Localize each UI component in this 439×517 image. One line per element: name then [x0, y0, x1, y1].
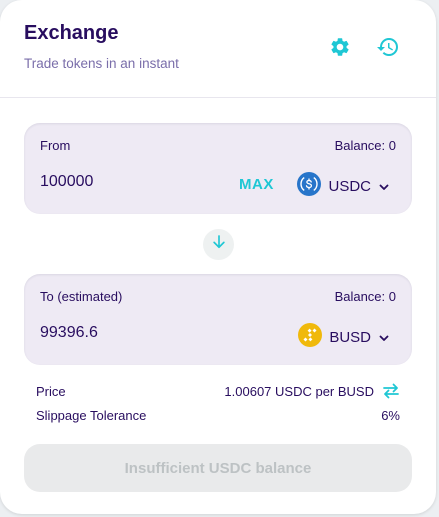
to-balance: Balance: 0 [334, 289, 396, 304]
page-title: Exchange [24, 22, 119, 44]
settings-button[interactable] [325, 34, 355, 64]
from-token-symbol: USDC [328, 178, 371, 195]
history-icon [376, 35, 400, 64]
to-token-symbol: BUSD [329, 329, 371, 346]
price-label: Price [36, 383, 66, 399]
busd-token-icon [298, 323, 323, 352]
from-label: From [40, 138, 71, 153]
to-token-select[interactable]: BUSD [298, 323, 390, 352]
exchange-header: Exchange Trade tokens in an instant [0, 0, 436, 98]
swap-arrows-icon[interactable] [382, 383, 400, 399]
from-token-select[interactable]: USDC [297, 172, 390, 201]
to-label: To (estimated) [40, 289, 123, 304]
page-subtitle: Trade tokens in an instant [24, 56, 179, 71]
from-amount-input[interactable] [40, 173, 220, 191]
to-panel: To (estimated) Balance: 0 BUSD [24, 274, 412, 365]
slippage-value: 6% [381, 408, 400, 423]
from-balance: Balance: 0 [334, 138, 396, 153]
chevron-down-icon [378, 181, 390, 193]
submit-button[interactable]: Insufficient USDC balance [24, 444, 412, 492]
max-button[interactable]: MAX [239, 176, 274, 193]
to-amount-input[interactable] [40, 324, 220, 342]
price-value-group: 1.00607 USDC per BUSD [224, 383, 400, 399]
from-panel: From Balance: 0 MAX USDC [24, 123, 412, 214]
arrow-down-icon [210, 233, 228, 256]
chevron-down-icon [378, 332, 390, 344]
usdc-token-icon [297, 172, 322, 201]
switch-direction-button[interactable] [203, 229, 234, 260]
history-button[interactable] [373, 34, 403, 64]
slippage-label: Slippage Tolerance [36, 408, 147, 423]
price-row: Price 1.00607 USDC per BUSD [36, 383, 400, 399]
exchange-card: Exchange Trade tokens in an instant From… [0, 0, 436, 514]
price-value: 1.00607 USDC per BUSD [224, 383, 374, 399]
slippage-row: Slippage Tolerance 6% [36, 408, 400, 423]
gear-icon [329, 36, 351, 63]
